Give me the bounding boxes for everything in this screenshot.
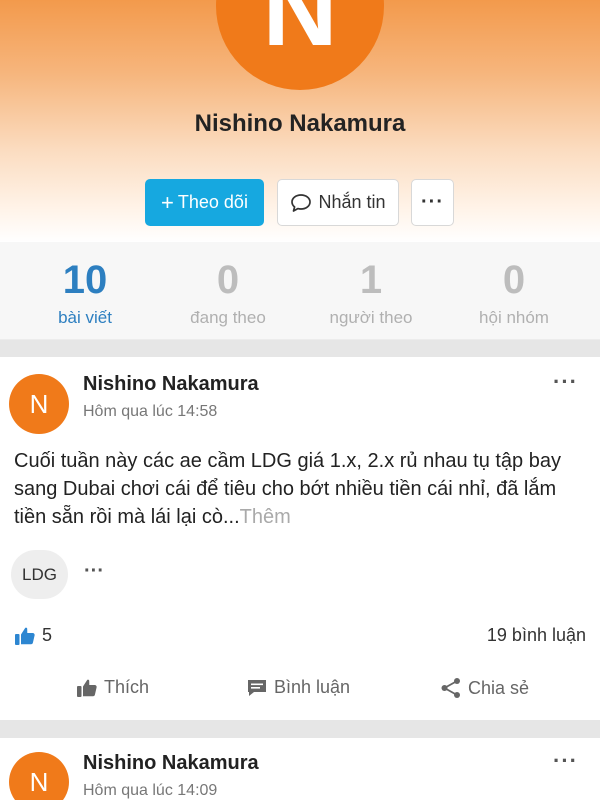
post-timestamp: Hôm qua lúc 14:58 [83, 403, 218, 420]
stat-value: 0 [216, 258, 240, 302]
share-icon [441, 678, 460, 698]
comment-icon [248, 679, 266, 696]
like-button-label: Thích [104, 677, 150, 697]
post-author-avatar[interactable]: N [9, 374, 69, 434]
follow-button-label: Theo dõi [177, 192, 248, 212]
stat-groups[interactable]: 0 hội nhóm [439, 258, 589, 328]
thumbs-up-icon [15, 627, 35, 645]
tag-more-button[interactable]: ··· [84, 560, 104, 583]
stat-value: 10 [62, 258, 108, 302]
section-divider [0, 340, 600, 357]
post-timestamp: Hôm qua lúc 14:09 [83, 782, 218, 799]
profile-header: N Nishino Nakamura + Theo dõi Nhắn tin ·… [0, 0, 600, 242]
share-button-label: Chia sẻ [468, 677, 530, 698]
stat-followers[interactable]: 1 người theo [296, 258, 446, 328]
post-content[interactable]: Cuối tuần này các ae cầm LDG giá 1.x, 2.… [14, 447, 589, 531]
stat-label: người theo [329, 308, 413, 327]
post-tag[interactable]: LDG [11, 550, 68, 599]
message-button-label: Nhắn tin [318, 192, 386, 212]
section-divider [0, 720, 600, 738]
plus-icon: + [161, 189, 174, 215]
comment-count[interactable]: 19 bình luận [487, 625, 586, 646]
post-author-name[interactable]: Nishino Nakamura [83, 752, 259, 775]
thumbs-up-icon [77, 679, 97, 697]
post-author-name[interactable]: Nishino Nakamura [83, 373, 259, 396]
follow-button[interactable]: + Theo dõi [145, 179, 264, 226]
comment-button-label: Bình luận [274, 677, 351, 697]
stat-label: bài viết [58, 308, 112, 327]
profile-stats: 10 bài viết 0 đang theo 1 người theo 0 h… [0, 242, 600, 340]
post-actions: Thích Bình luận Chia sẻ [0, 677, 600, 709]
post-card: N Nishino Nakamura Hôm qua lúc 14:58 ···… [0, 357, 600, 720]
stat-posts[interactable]: 10 bài viết [10, 258, 160, 328]
post-menu-button[interactable]: ··· [553, 748, 578, 774]
stat-label: hội nhóm [479, 308, 549, 327]
stat-following[interactable]: 0 đang theo [153, 258, 303, 328]
like-button[interactable]: Thích [76, 677, 149, 698]
profile-avatar[interactable]: N [216, 0, 384, 90]
message-button[interactable]: Nhắn tin [277, 179, 399, 226]
like-count[interactable]: 5 [14, 625, 52, 646]
post-author-avatar[interactable]: N [9, 752, 69, 800]
stat-value: 1 [359, 258, 383, 302]
see-more-link[interactable]: Thêm [240, 506, 291, 528]
stat-label: đang theo [190, 308, 266, 327]
more-options-button[interactable]: ··· [411, 179, 454, 226]
stat-value: 0 [502, 258, 526, 302]
like-count-value: 5 [42, 625, 53, 645]
comment-button[interactable]: Bình luận [246, 677, 350, 698]
post-menu-button[interactable]: ··· [553, 369, 578, 395]
profile-name: Nishino Nakamura [194, 110, 406, 137]
post-card: N Nishino Nakamura Hôm qua lúc 14:09 ··· [0, 738, 600, 800]
share-button[interactable]: Chia sẻ [440, 677, 529, 699]
chat-bubble-icon [291, 193, 312, 212]
